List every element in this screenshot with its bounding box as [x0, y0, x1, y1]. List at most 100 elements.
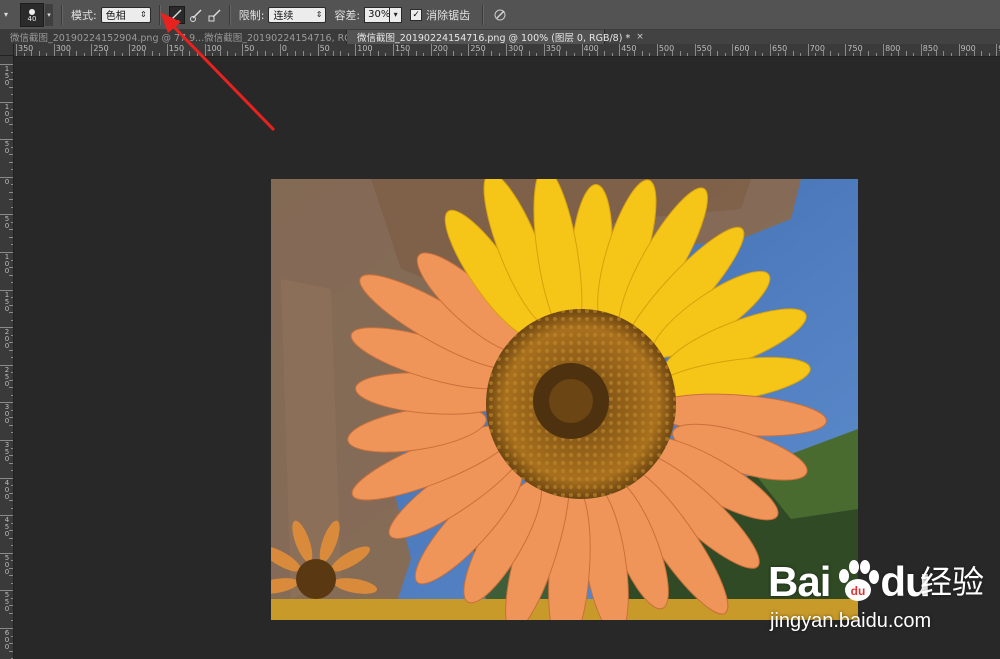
brush-preset-picker[interactable]: 40: [20, 2, 44, 27]
ruler-minor-tick: [9, 116, 13, 118]
updown-arrows-icon: ⇕: [315, 9, 323, 19]
ruler-major-tick: [91, 44, 93, 56]
ruler-minor-tick: [249, 53, 251, 56]
ruler-minor-tick: [453, 51, 455, 56]
ruler-minor-tick: [9, 605, 13, 607]
ruler-minor-tick: [408, 51, 410, 56]
options-bar: ▾ 40 ▾ 模式: 色相 ⇕ 限制: 连续 ⇕ 容差: 30% ▾ ✓ 消除锯…: [0, 0, 1000, 30]
ruler-minor-tick: [423, 53, 425, 56]
ruler-minor-tick: [11, 206, 13, 208]
ruler-major-tick: [317, 44, 319, 56]
ruler-minor-tick: [11, 131, 13, 133]
watermark-url: jingyan.baidu.com: [770, 610, 932, 632]
ruler-minor-tick: [11, 282, 13, 284]
ruler-minor-tick: [9, 79, 13, 81]
ruler-minor-tick: [830, 51, 832, 56]
document-tab[interactable]: 微信截图_20190224152904.png @ 77.9...微信截图_20…: [0, 30, 392, 44]
ruler-minor-tick: [11, 94, 13, 96]
ruler-minor-tick: [762, 53, 764, 56]
ruler-major-tick: [16, 44, 17, 56]
ruler-minor-tick: [981, 51, 983, 56]
ruler-tick-label: 250: [4, 365, 10, 388]
ruler-minor-tick: [928, 53, 930, 56]
ruler-minor-tick: [9, 161, 13, 163]
ruler-minor-tick: [23, 53, 25, 56]
ruler-major-tick: [506, 44, 508, 56]
vertical-ruler[interactable]: 1501005005010015020025030035040045050055…: [0, 56, 14, 659]
ruler-minor-tick: [347, 53, 349, 56]
ruler-minor-tick: [121, 53, 123, 56]
ruler-minor-tick: [196, 53, 198, 56]
baidu-paw-icon: du: [839, 560, 879, 601]
ruler-minor-tick: [83, 53, 85, 56]
ruler-minor-tick: [11, 635, 13, 637]
ruler-minor-tick: [528, 51, 530, 56]
ruler-minor-tick: [11, 620, 13, 622]
ruler-minor-tick: [792, 51, 794, 56]
ruler-minor-tick: [219, 51, 221, 56]
brush-size-value: 40: [27, 14, 37, 23]
ruler-minor-tick: [9, 229, 13, 231]
ruler-minor-tick: [641, 51, 643, 56]
ruler-minor-tick: [596, 51, 598, 56]
ruler-minor-tick: [9, 462, 13, 464]
brush-dropdown-arrow[interactable]: ▾: [45, 3, 53, 26]
ruler-minor-tick: [875, 53, 877, 56]
ruler-major-tick: [279, 44, 281, 56]
sampling-once-button[interactable]: [188, 6, 204, 24]
ruler-minor-tick: [9, 650, 13, 652]
ruler-major-tick: [732, 44, 734, 56]
ruler-minor-tick: [475, 53, 477, 56]
tolerance-dropdown[interactable]: ▾: [390, 6, 403, 23]
sampling-continuous-button[interactable]: [168, 5, 185, 24]
ruler-minor-tick: [9, 267, 13, 269]
document-tab-active[interactable]: 微信截图_20190224154716.png @ 100% (图层 0, RG…: [347, 30, 644, 44]
ruler-minor-tick: [589, 53, 591, 56]
limits-label: 限制:: [238, 8, 265, 22]
ruler-minor-tick: [11, 507, 13, 509]
ruler-major-tick: [958, 44, 960, 56]
tool-preset-dropdown[interactable]: ▾: [0, 0, 12, 30]
ruler-minor-tick: [362, 53, 364, 56]
ruler-origin[interactable]: [0, 44, 14, 56]
close-icon[interactable]: ×: [636, 32, 644, 42]
horizontal-ruler[interactable]: 350 300 250 200 150 100 50 0 50 100 150 200 250 300 35…: [14, 44, 1000, 57]
ruler-major-tick: [996, 44, 998, 56]
ruler-minor-tick: [9, 379, 13, 381]
svg-text:du: du: [851, 584, 866, 598]
ruler-minor-tick: [9, 199, 13, 201]
ruler-minor-tick: [234, 53, 236, 56]
ruler-minor-tick: [438, 53, 440, 56]
ruler-minor-tick: [11, 597, 13, 599]
ruler-minor-tick: [136, 53, 138, 56]
mode-select[interactable]: 色相 ⇕: [100, 6, 151, 23]
ruler-tick-label: 50: [319, 44, 330, 53]
ruler-minor-tick: [11, 319, 13, 321]
ruler-minor-tick: [9, 537, 13, 539]
ruler-minor-tick: [905, 51, 907, 56]
antialias-checkbox[interactable]: ✓: [410, 8, 423, 21]
ruler-major-tick: [355, 44, 357, 56]
ruler-minor-tick: [913, 53, 915, 56]
limits-select[interactable]: 连续 ⇕: [268, 6, 327, 23]
ruler-minor-tick: [114, 51, 116, 56]
ruler-minor-tick: [852, 53, 854, 56]
ruler-minor-tick: [822, 51, 824, 56]
ruler-minor-tick: [31, 51, 33, 56]
ruler-major-tick: [845, 44, 847, 56]
ruler-minor-tick: [257, 51, 259, 56]
ruler-minor-tick: [521, 51, 523, 56]
ruler-tick-label: 400: [4, 478, 10, 501]
ruler-minor-tick: [445, 51, 447, 56]
pressure-size-button[interactable]: [492, 6, 508, 24]
ruler-minor-tick: [9, 349, 13, 351]
tolerance-input[interactable]: 30%: [364, 6, 390, 23]
ruler-minor-tick: [11, 545, 13, 547]
ruler-major-tick: [430, 44, 432, 56]
ruler-minor-tick: [11, 357, 13, 359]
ruler-minor-tick: [9, 417, 13, 419]
ruler-minor-tick: [9, 154, 13, 156]
sampling-background-swatch-button[interactable]: [207, 6, 223, 24]
ruler-minor-tick: [294, 51, 296, 56]
ruler-minor-tick: [709, 51, 711, 56]
